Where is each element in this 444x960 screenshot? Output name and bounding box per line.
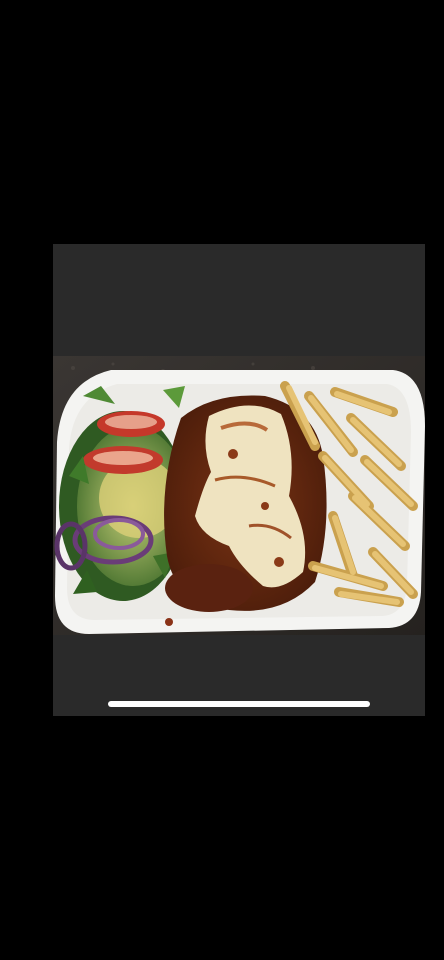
food-photo[interactable] [53, 356, 425, 635]
home-indicator[interactable] [108, 701, 370, 707]
photo-viewer[interactable] [53, 244, 425, 716]
story-screen [0, 0, 444, 960]
